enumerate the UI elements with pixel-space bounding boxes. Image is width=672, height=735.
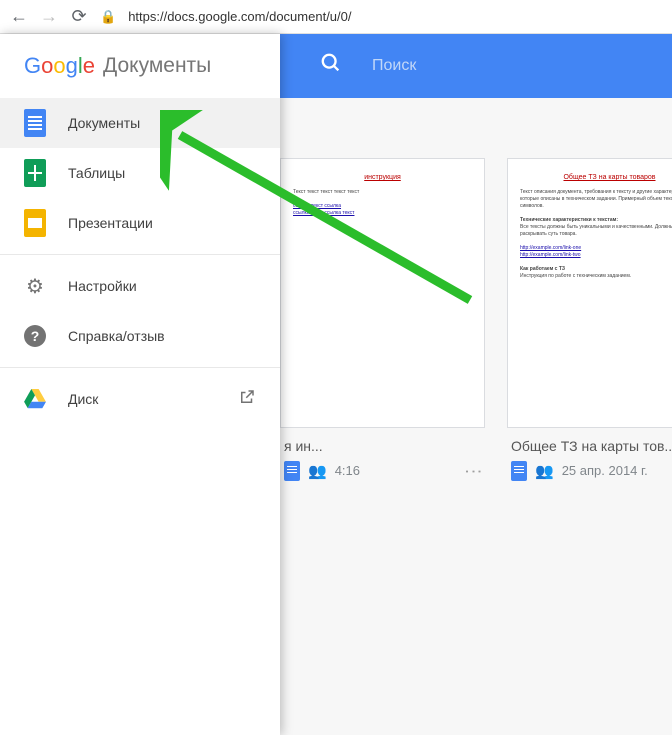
menu-item-slides[interactable]: Презентации [0, 198, 280, 248]
menu-separator [0, 254, 280, 255]
document-title: я ин... [284, 438, 481, 454]
logo-row: Google Документы [0, 34, 280, 98]
document-thumbnail: Общее ТЗ на карты товаров Текст описания… [507, 158, 672, 428]
menu-item-help[interactable]: ? Справка/отзыв [0, 311, 280, 361]
url-field[interactable]: https://docs.google.com/document/u/0/ [128, 9, 662, 24]
docs-icon [511, 461, 527, 481]
open-external-icon [238, 388, 256, 411]
menu-label: Таблицы [68, 165, 125, 181]
back-icon[interactable]: ← [10, 6, 28, 27]
document-date: 4:16 [335, 463, 457, 478]
navigation-drawer: Google Документы Документы Таблицы Презе… [0, 34, 280, 735]
browser-address-bar: ← → ⟳ 🔒 https://docs.google.com/document… [0, 0, 672, 34]
document-card[interactable]: Общее ТЗ на карты товаров Текст описания… [507, 158, 672, 491]
menu-label: Диск [68, 391, 98, 407]
forward-icon[interactable]: → [40, 6, 58, 27]
more-icon[interactable]: ⋮ [463, 463, 484, 479]
menu-item-sheets[interactable]: Таблицы [0, 148, 280, 198]
app-name: Документы [103, 54, 211, 78]
menu-item-settings[interactable]: ⚙ Настройки [0, 261, 280, 311]
gear-icon: ⚙ [24, 275, 46, 297]
document-thumbnail: инструкция Текст текст текст текст текст… [280, 158, 485, 428]
menu-item-docs[interactable]: Документы [0, 98, 280, 148]
drive-icon [24, 389, 46, 409]
slides-icon [24, 209, 46, 237]
sheets-icon [24, 159, 46, 187]
document-title: Общее ТЗ на карты тов... [511, 438, 672, 454]
docs-icon [284, 461, 300, 481]
reload-icon[interactable]: ⟳ [70, 6, 88, 27]
document-date: 25 апр. 2014 г. [562, 463, 672, 478]
menu-label: Справка/отзыв [68, 328, 165, 344]
google-logo: Google [24, 53, 95, 79]
shared-icon: 👥 [535, 462, 554, 480]
search-icon[interactable] [320, 52, 342, 80]
docs-icon [24, 109, 46, 137]
menu-label: Настройки [68, 278, 137, 294]
search-input[interactable]: Поиск [372, 57, 416, 75]
menu-label: Презентации [68, 215, 153, 231]
menu-separator [0, 367, 280, 368]
help-icon: ? [24, 325, 46, 347]
shared-icon: 👥 [308, 462, 327, 480]
document-card[interactable]: инструкция Текст текст текст текст текст… [280, 158, 485, 491]
lock-icon: 🔒 [100, 9, 116, 25]
menu-item-drive[interactable]: Диск [0, 374, 280, 424]
menu-label: Документы [68, 115, 140, 131]
